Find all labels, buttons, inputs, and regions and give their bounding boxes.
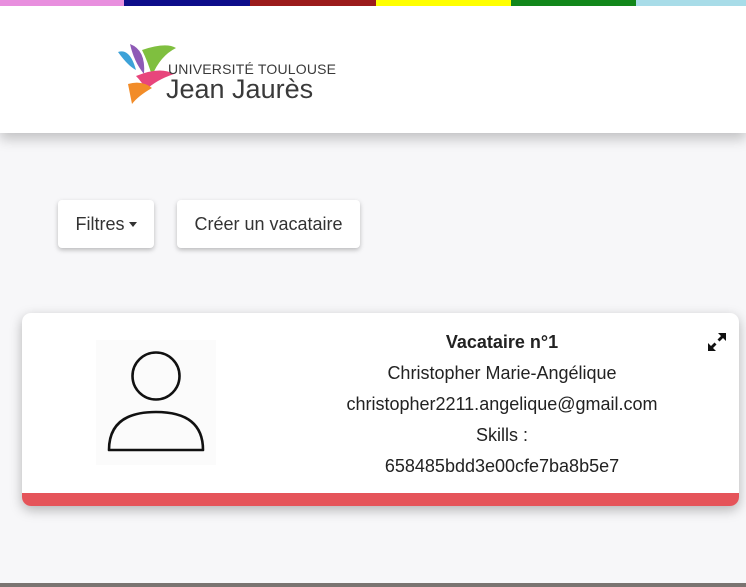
caret-down-icon <box>128 221 137 227</box>
university-logo[interactable]: UNIVERSITÉ TOULOUSE Jean Jaurès <box>116 40 376 106</box>
page-bottom-border <box>0 583 746 587</box>
vacataire-skills: Skills : <box>475 425 528 445</box>
color-strip-green <box>511 0 636 6</box>
color-strip-navy <box>124 0 250 6</box>
filters-label: Filtres <box>75 214 125 234</box>
site-header: UNIVERSITÉ TOULOUSE Jean Jaurès <box>0 0 746 133</box>
avatar <box>96 340 216 465</box>
create-vacataire-label: Créer un vacataire <box>194 214 343 234</box>
color-strip-lightblue <box>636 0 746 6</box>
vacataire-id: 658485bdd3e00cfe7ba8b5e7 <box>384 456 620 476</box>
filters-dropdown-button[interactable]: Filtres <box>58 200 154 248</box>
logo-line2: Jean Jaurès <box>166 74 314 104</box>
vacataire-card[interactable]: Vacataire n°1 Christopher Marie-Angéliqu… <box>22 313 739 506</box>
vacataire-name: Christopher Marie-Angélique <box>387 363 617 383</box>
card-status-bar <box>22 493 739 506</box>
expand-icon[interactable] <box>707 332 727 352</box>
vacataire-info: Vacataire n°1 Christopher Marie-Angéliqu… <box>272 330 732 485</box>
vacataire-email: christopher2211.angelique@gmail.com <box>346 394 658 414</box>
color-strip-yellow <box>376 0 511 6</box>
create-vacataire-button[interactable]: Créer un vacataire <box>177 200 360 248</box>
color-strip-pink <box>0 0 124 6</box>
color-strip-red <box>250 0 376 6</box>
color-strip <box>0 0 746 6</box>
vacataire-title: Vacataire n°1 <box>445 332 559 352</box>
user-avatar-icon <box>107 351 205 452</box>
